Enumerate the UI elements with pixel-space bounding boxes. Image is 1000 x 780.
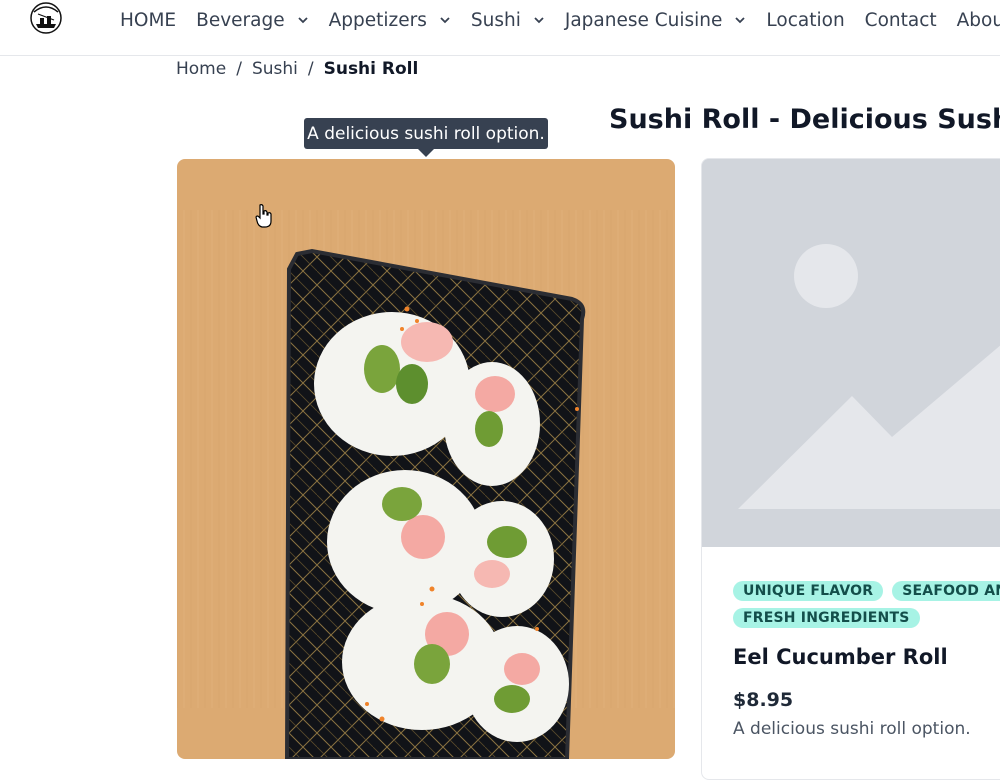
breadcrumb-separator: / — [307, 59, 314, 79]
nav-item-japanese-cuisine[interactable]: Japanese Cuisine — [565, 10, 747, 31]
image-placeholder-icon — [702, 159, 1000, 547]
nav-item-sushi[interactable]: Sushi — [471, 10, 545, 31]
breadcrumb-home[interactable]: Home — [176, 59, 226, 79]
chevron-down-icon[interactable] — [297, 14, 309, 26]
nav-item-label: Location — [766, 9, 845, 31]
chevron-down-icon[interactable] — [734, 14, 746, 26]
nav-item-location[interactable]: Location — [766, 10, 844, 31]
breadcrumb: Home / Sushi / Sushi Roll — [176, 59, 418, 79]
nav-item-appetizers[interactable]: Appetizers — [329, 10, 451, 31]
nav-item-label: Appetizers — [328, 9, 427, 31]
logo-icon[interactable] — [28, 0, 64, 36]
nav-item-label: Contact — [864, 9, 937, 31]
nav-item-label: About — [956, 9, 1000, 31]
image-placeholder — [702, 159, 1000, 547]
chevron-down-icon[interactable] — [439, 14, 451, 26]
nav-item-about[interactable]: About — [957, 10, 1000, 31]
nav-item-contact[interactable]: Contact — [865, 10, 937, 31]
tooltip-arrow — [418, 149, 434, 157]
nav-item-label: Japanese Cuisine — [564, 9, 723, 31]
sushi-photo — [177, 159, 675, 759]
page-title: Sushi Roll - Delicious Sushi and More — [609, 104, 1000, 135]
hand-pointer-icon — [255, 204, 272, 228]
nav-item-label: Beverage — [196, 9, 285, 31]
tag-badge: SEAFOOD AND — [892, 581, 1000, 601]
nav-item-label: Sushi — [470, 9, 521, 31]
site-header: HOME Beverage Appetizers Sushi Japanese Cuis… — [0, 0, 1000, 56]
breadcrumb-sushi[interactable]: Sushi — [252, 59, 298, 79]
nav-item-label: HOME — [120, 9, 177, 31]
tag-badge: FRESH INGREDIENTS — [733, 608, 920, 628]
chevron-down-icon[interactable] — [533, 14, 545, 26]
product-card[interactable]: UNIQUE FLAVOR SEAFOOD AND FRESH INGREDIE… — [701, 158, 1000, 780]
tooltip: A delicious sushi roll option. — [304, 118, 548, 149]
product-price: $8.95 — [733, 689, 794, 711]
main-nav: HOME Beverage Appetizers Sushi Japanese Cuis… — [120, 8, 1000, 32]
tag-list: UNIQUE FLAVOR SEAFOOD AND FRESH INGREDIE… — [733, 581, 1000, 628]
product-image[interactable] — [177, 159, 675, 759]
breadcrumb-separator: / — [236, 59, 242, 79]
product-name[interactable]: Eel Cucumber Roll — [733, 645, 948, 669]
nav-item-beverage[interactable]: Beverage — [196, 10, 308, 31]
breadcrumb-current: Sushi Roll — [323, 59, 419, 79]
nav-item-home[interactable]: HOME — [120, 10, 176, 31]
product-description: A delicious sushi roll option. — [733, 719, 971, 739]
tag-badge: UNIQUE FLAVOR — [733, 581, 884, 601]
